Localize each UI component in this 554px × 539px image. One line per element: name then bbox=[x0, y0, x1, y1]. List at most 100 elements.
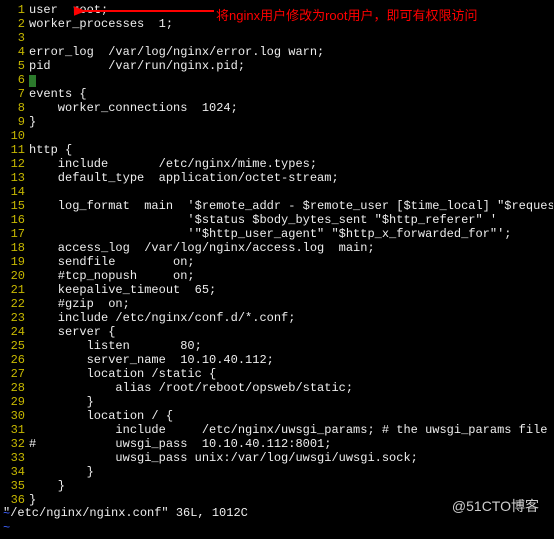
line-content[interactable] bbox=[29, 31, 553, 45]
code-line[interactable]: 26 server_name 10.10.40.112; bbox=[1, 353, 553, 367]
text-cursor bbox=[29, 75, 36, 87]
line-content[interactable]: # uwsgi_pass 10.10.40.112:8001; bbox=[29, 437, 553, 451]
code-line[interactable]: 6 bbox=[1, 73, 553, 87]
line-content[interactable]: error_log /var/log/nginx/error.log warn; bbox=[29, 45, 553, 59]
line-number: 18 bbox=[1, 241, 29, 255]
line-content[interactable]: access_log /var/log/nginx/access.log mai… bbox=[29, 241, 553, 255]
code-line[interactable]: 8 worker_connections 1024; bbox=[1, 101, 553, 115]
code-line[interactable]: 20 #tcp_nopush on; bbox=[1, 269, 553, 283]
code-line[interactable]: 27 location /static { bbox=[1, 367, 553, 381]
code-line[interactable]: 32# uwsgi_pass 10.10.40.112:8001; bbox=[1, 437, 553, 451]
code-area[interactable]: 1user root;2worker_processes 1;34error_l… bbox=[1, 1, 553, 535]
line-content[interactable] bbox=[29, 73, 553, 87]
line-number: 22 bbox=[1, 297, 29, 311]
line-number: 4 bbox=[1, 45, 29, 59]
code-line[interactable]: 22 #gzip on; bbox=[1, 297, 553, 311]
line-content[interactable]: sendfile on; bbox=[29, 255, 553, 269]
line-content[interactable] bbox=[29, 185, 553, 199]
line-content[interactable]: default_type application/octet-stream; bbox=[29, 171, 553, 185]
line-number: 8 bbox=[1, 101, 29, 115]
code-line[interactable]: 18 access_log /var/log/nginx/access.log … bbox=[1, 241, 553, 255]
line-content[interactable]: pid /var/run/nginx.pid; bbox=[29, 59, 553, 73]
line-number: 35 bbox=[1, 479, 29, 493]
line-number: 13 bbox=[1, 171, 29, 185]
line-number: 11 bbox=[1, 143, 29, 157]
line-content[interactable]: worker_connections 1024; bbox=[29, 101, 553, 115]
code-line[interactable]: 31 include /etc/nginx/uwsgi_params; # th… bbox=[1, 423, 553, 437]
line-content[interactable]: '$status $body_bytes_sent "$http_referer… bbox=[29, 213, 553, 227]
code-line[interactable]: 17 '"$http_user_agent" "$http_x_forwarde… bbox=[1, 227, 553, 241]
empty-line-tilde: ~ bbox=[1, 521, 553, 535]
line-number: 21 bbox=[1, 283, 29, 297]
code-line[interactable]: 24 server { bbox=[1, 325, 553, 339]
code-line[interactable]: 30 location / { bbox=[1, 409, 553, 423]
line-content[interactable]: include /etc/nginx/mime.types; bbox=[29, 157, 553, 171]
code-line[interactable]: 19 sendfile on; bbox=[1, 255, 553, 269]
line-number: 5 bbox=[1, 59, 29, 73]
line-content[interactable]: server_name 10.10.40.112; bbox=[29, 353, 553, 367]
code-line[interactable]: 29 } bbox=[1, 395, 553, 409]
line-number: 32 bbox=[1, 437, 29, 451]
code-line[interactable]: 11http { bbox=[1, 143, 553, 157]
code-line[interactable]: 5pid /var/run/nginx.pid; bbox=[1, 59, 553, 73]
line-content[interactable]: #tcp_nopush on; bbox=[29, 269, 553, 283]
line-number: 29 bbox=[1, 395, 29, 409]
line-content[interactable]: include /etc/nginx/uwsgi_params; # the u… bbox=[29, 423, 553, 437]
code-line[interactable]: 7events { bbox=[1, 87, 553, 101]
code-line[interactable]: 25 listen 80; bbox=[1, 339, 553, 353]
line-content[interactable]: server { bbox=[29, 325, 553, 339]
code-line[interactable]: 33 uwsgi_pass unix:/var/log/uwsgi/uwsgi.… bbox=[1, 451, 553, 465]
line-number: 16 bbox=[1, 213, 29, 227]
line-content[interactable]: } bbox=[29, 115, 553, 129]
line-content[interactable]: location /static { bbox=[29, 367, 553, 381]
line-content[interactable]: include /etc/nginx/conf.d/*.conf; bbox=[29, 311, 553, 325]
line-number: 15 bbox=[1, 199, 29, 213]
code-line[interactable]: 16 '$status $body_bytes_sent "$http_refe… bbox=[1, 213, 553, 227]
code-line[interactable]: 4error_log /var/log/nginx/error.log warn… bbox=[1, 45, 553, 59]
line-number: 23 bbox=[1, 311, 29, 325]
code-line[interactable]: 35 } bbox=[1, 479, 553, 493]
line-number: 1 bbox=[1, 3, 29, 17]
code-line[interactable]: 14 bbox=[1, 185, 553, 199]
code-line[interactable]: 15 log_format main '$remote_addr - $remo… bbox=[1, 199, 553, 213]
line-content[interactable]: log_format main '$remote_addr - $remote_… bbox=[29, 199, 553, 213]
line-number: 19 bbox=[1, 255, 29, 269]
code-line[interactable]: 9} bbox=[1, 115, 553, 129]
line-content[interactable]: listen 80; bbox=[29, 339, 553, 353]
line-number: 27 bbox=[1, 367, 29, 381]
code-line[interactable]: 13 default_type application/octet-stream… bbox=[1, 171, 553, 185]
line-number: 30 bbox=[1, 409, 29, 423]
line-number: 6 bbox=[1, 73, 29, 87]
line-content[interactable]: #gzip on; bbox=[29, 297, 553, 311]
line-number: 14 bbox=[1, 185, 29, 199]
code-line[interactable]: 21 keepalive_timeout 65; bbox=[1, 283, 553, 297]
annotation-text: 将nginx用户修改为root用户，即可有权限访问 bbox=[216, 5, 477, 24]
line-content[interactable]: } bbox=[29, 479, 553, 493]
line-content[interactable]: '"$http_user_agent" "$http_x_forwarded_f… bbox=[29, 227, 553, 241]
line-number: 36 bbox=[1, 493, 29, 507]
line-number: 26 bbox=[1, 353, 29, 367]
line-number: 3 bbox=[1, 31, 29, 45]
code-line[interactable]: 12 include /etc/nginx/mime.types; bbox=[1, 157, 553, 171]
line-content[interactable]: http { bbox=[29, 143, 553, 157]
code-line[interactable]: 3 bbox=[1, 31, 553, 45]
line-content[interactable]: events { bbox=[29, 87, 553, 101]
line-content[interactable]: } bbox=[29, 395, 553, 409]
watermark: @51CTO博客 bbox=[452, 496, 539, 516]
code-line[interactable]: 34 } bbox=[1, 465, 553, 479]
code-line[interactable]: 28 alias /root/reboot/opsweb/static; bbox=[1, 381, 553, 395]
terminal-editor[interactable]: 将nginx用户修改为root用户，即可有权限访问 1user root;2wo… bbox=[1, 1, 553, 538]
line-number: 7 bbox=[1, 87, 29, 101]
code-line[interactable]: 23 include /etc/nginx/conf.d/*.conf; bbox=[1, 311, 553, 325]
line-content[interactable]: } bbox=[29, 465, 553, 479]
line-content[interactable]: keepalive_timeout 65; bbox=[29, 283, 553, 297]
code-line[interactable]: 10 bbox=[1, 129, 553, 143]
line-number: 2 bbox=[1, 17, 29, 31]
line-content[interactable]: uwsgi_pass unix:/var/log/uwsgi/uwsgi.soc… bbox=[29, 451, 553, 465]
line-content[interactable]: location / { bbox=[29, 409, 553, 423]
line-number: 33 bbox=[1, 451, 29, 465]
line-content[interactable] bbox=[29, 129, 553, 143]
line-content[interactable]: alias /root/reboot/opsweb/static; bbox=[29, 381, 553, 395]
line-number: 17 bbox=[1, 227, 29, 241]
line-number: 28 bbox=[1, 381, 29, 395]
